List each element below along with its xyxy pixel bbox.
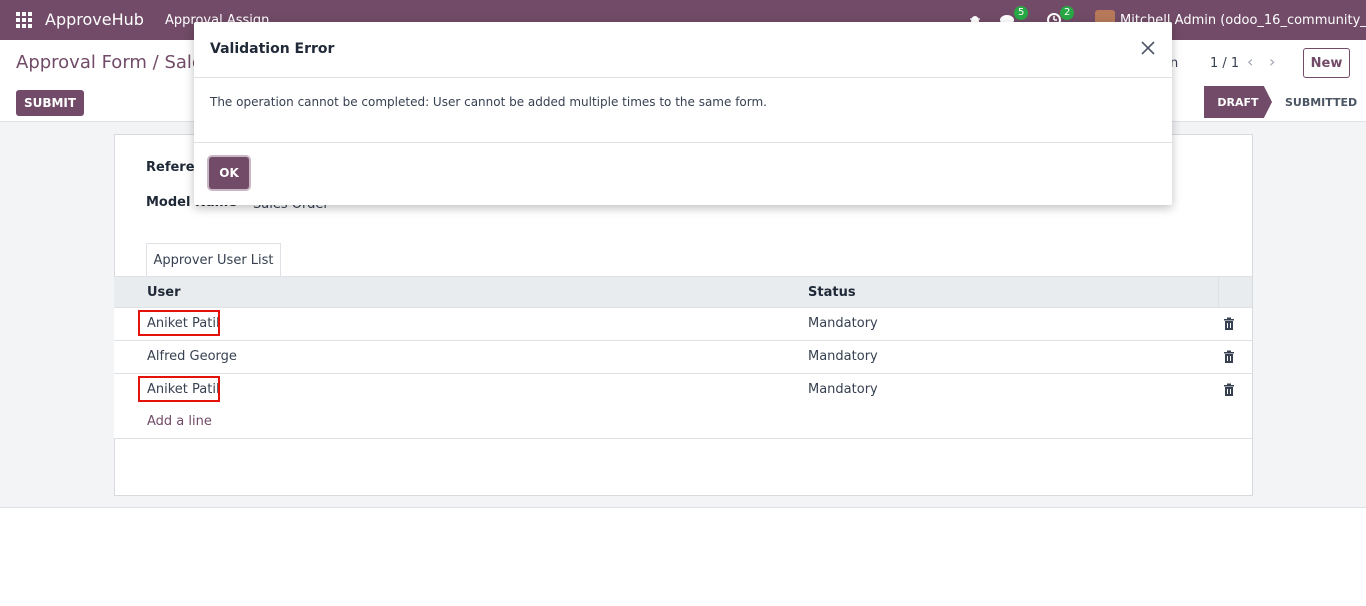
ok-button[interactable]: OK <box>209 157 249 189</box>
column-divider <box>1218 277 1219 308</box>
breadcrumb[interactable]: Approval Form / Sale <box>16 52 203 73</box>
dialog-header: Validation Error <box>194 22 1172 78</box>
close-icon[interactable] <box>1139 39 1157 57</box>
chat-count-badge: 5 <box>1014 6 1029 20</box>
table-row[interactable]: Alfred George Mandatory <box>114 341 1252 374</box>
trash-icon[interactable] <box>1222 317 1236 331</box>
chevron-right-icon[interactable]: › <box>1269 52 1275 71</box>
validation-error-dialog: Validation Error The operation cannot be… <box>194 22 1172 205</box>
app-brand[interactable]: ApproveHub <box>45 10 144 29</box>
table-header: User Status <box>114 276 1252 308</box>
status-draft[interactable]: DRAFT <box>1204 86 1272 118</box>
cell-status[interactable]: Mandatory <box>808 382 878 397</box>
pager-value[interactable]: 1 / 1 <box>1210 56 1239 71</box>
tab-approver-user-list[interactable]: Approver User List <box>146 243 281 276</box>
apps-grid-icon[interactable] <box>16 12 32 28</box>
dialog-title: Validation Error <box>210 41 335 57</box>
add-line-row: Add a line <box>114 406 1252 439</box>
trash-icon[interactable] <box>1222 383 1236 397</box>
dialog-message: The operation cannot be completed: User … <box>210 95 767 109</box>
trash-icon[interactable] <box>1222 350 1236 364</box>
duplicate-highlight-box <box>138 310 220 336</box>
submit-button[interactable]: SUBMIT <box>16 90 84 116</box>
add-line-link[interactable]: Add a line <box>147 414 212 429</box>
status-submitted[interactable]: SUBMITTED <box>1285 96 1357 109</box>
chevron-left-icon[interactable]: ‹ <box>1247 52 1253 71</box>
cell-user[interactable]: Alfred George <box>147 349 237 364</box>
duplicate-highlight-box <box>138 376 220 402</box>
column-header-user[interactable]: User <box>147 285 181 300</box>
cell-status[interactable]: Mandatory <box>808 349 878 364</box>
dialog-footer: OK <box>194 142 1172 205</box>
activity-count-badge: 2 <box>1060 6 1075 20</box>
cell-status[interactable]: Mandatory <box>808 316 878 331</box>
table-row[interactable]: Aniket Patil Mandatory <box>114 308 1252 341</box>
table-row[interactable]: Aniket Patil Mandatory <box>114 374 1252 407</box>
new-button[interactable]: New <box>1303 48 1350 78</box>
column-header-status[interactable]: Status <box>808 285 856 300</box>
